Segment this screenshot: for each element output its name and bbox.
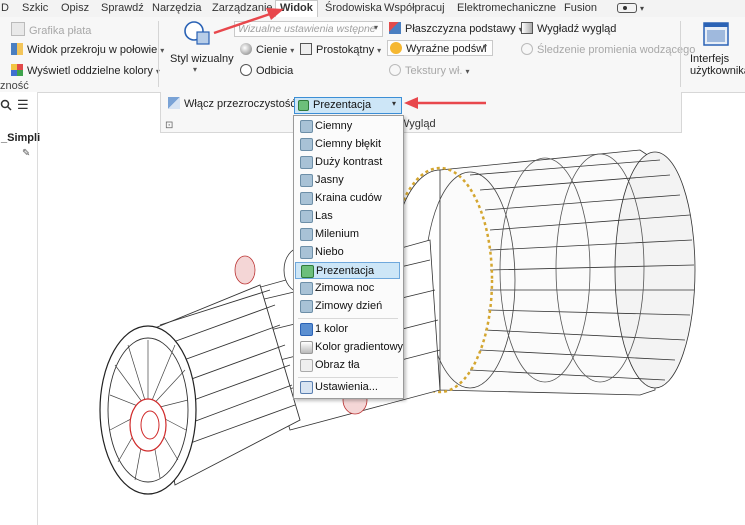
- prostokatny-button[interactable]: Prostokątny ▾: [300, 43, 381, 56]
- tekstury-button[interactable]: Tekstury wł. ▾: [389, 64, 469, 77]
- chevron-down-icon: ▾: [377, 46, 382, 55]
- tab-narzedzia[interactable]: Narzędzia: [152, 2, 202, 14]
- menu-item-zimowy-dzien[interactable]: Zimowy dzień: [295, 298, 400, 315]
- menu-item-niebo[interactable]: Niebo: [295, 244, 400, 261]
- odbicia-button[interactable]: Odbicia: [240, 64, 293, 77]
- window-icon: [703, 22, 729, 46]
- wygladz-wyglad-button[interactable]: Wygładź wygląd: [521, 22, 616, 35]
- tab-sprawdz[interactable]: Sprawdź: [101, 2, 144, 14]
- annotation-arrow-to-combo: [404, 97, 486, 109]
- menu-item-ustawienia[interactable]: Ustawienia...: [295, 379, 400, 396]
- menu-item-ciemny-blekit[interactable]: Ciemny błękit: [295, 136, 400, 153]
- preset-icon: [300, 156, 313, 169]
- menu-divider: [298, 318, 398, 319]
- surface-icon: [11, 22, 25, 36]
- preset-icon: [300, 246, 313, 259]
- preset-icon: [300, 300, 313, 313]
- chevron-down-icon: ▾: [640, 4, 645, 13]
- preset-icon: [300, 192, 313, 205]
- menu-item-kolor-gradientowy[interactable]: Kolor gradientowy: [295, 339, 403, 356]
- menu-item-ciemny[interactable]: Ciemny: [295, 118, 400, 135]
- sun-icon: [390, 42, 402, 54]
- settings-icon: [300, 381, 313, 394]
- preset-icon: [300, 210, 313, 223]
- cienie-button[interactable]: Cienie ▾: [240, 43, 294, 56]
- background-preset-select[interactable]: Prezentacja ▾: [294, 97, 402, 114]
- plaszczyzna-podstawy-button[interactable]: Płaszczyzna podstawy▾: [389, 22, 523, 35]
- widok-przekroju-button[interactable]: Widok przekroju w połowie ▾: [11, 43, 164, 56]
- transparency-icon: [168, 97, 180, 109]
- menu-item-prezentacja[interactable]: Prezentacja: [295, 262, 400, 279]
- chevron-down-icon: ▾: [392, 99, 397, 108]
- divider: [680, 21, 681, 87]
- browser-root-node[interactable]: _Simpli: [1, 132, 40, 144]
- menu-item-obraz-tla[interactable]: Obraz tła: [295, 357, 400, 374]
- lighting-select[interactable]: Wyraźne podświ ▾: [387, 40, 493, 56]
- divider: [158, 21, 159, 87]
- menu-item-jasny[interactable]: Jasny: [295, 172, 400, 189]
- more-tabs-button[interactable]: [617, 3, 637, 13]
- menu-item-las[interactable]: Las: [295, 208, 400, 225]
- ribbon-tab-bar: D Szkic Opisz Sprawdź Narzędzia Zarządza…: [0, 0, 745, 18]
- menu-item-duzy-kontrast[interactable]: Duży kontrast: [295, 154, 400, 171]
- menu-divider: [298, 377, 398, 378]
- annotation-arrow-to-widok: [213, 8, 284, 35]
- menu-icon[interactable]: ☰: [17, 97, 29, 113]
- menu-item-kraina-cudow[interactable]: Kraina cudów: [295, 190, 400, 207]
- wlacz-przezroczystosc-button[interactable]: Włącz przezroczystość▾: [168, 97, 303, 110]
- preset-icon: [301, 265, 314, 278]
- menu-item-1-kolor[interactable]: 1 kolor: [295, 321, 400, 338]
- tab-wspolpracuj[interactable]: Współpracuj: [384, 2, 445, 14]
- tab-elektromechaniczne[interactable]: Elektromechaniczne: [457, 2, 556, 14]
- chevron-down-icon: ▾: [290, 46, 295, 55]
- preset-icon: [300, 282, 313, 295]
- ground-plane-icon: [389, 22, 401, 34]
- preset-icon: [300, 138, 313, 151]
- search-icon[interactable]: [0, 99, 12, 111]
- sledzenie-promienia-button[interactable]: Śledzenie promienia wodzącego: [521, 43, 695, 56]
- smooth-icon: [521, 22, 533, 34]
- menu-item-zimowa-noc[interactable]: Zimowa noc: [295, 280, 400, 297]
- texture-icon: [389, 64, 401, 76]
- solid-color-icon: [300, 323, 313, 336]
- tab-szkic[interactable]: Szkic: [22, 2, 48, 14]
- section-view-icon: [11, 43, 23, 55]
- visual-style-icon: [184, 21, 210, 45]
- tab-d[interactable]: D: [1, 2, 9, 14]
- chevron-down-icon: ▾: [193, 65, 198, 74]
- menu-item-milenium[interactable]: Milenium: [295, 226, 400, 243]
- preset-icon: [300, 120, 313, 133]
- colors-icon: [11, 64, 23, 76]
- wyglad-panel-label: Wygląd: [399, 118, 436, 130]
- grafika-plata-button[interactable]: Grafika płata: [11, 22, 91, 37]
- background-preset-icon: [298, 100, 309, 111]
- camera-icon: [623, 6, 627, 10]
- preset-icon: [300, 174, 313, 187]
- tab-opisz[interactable]: Opisz: [61, 2, 89, 14]
- pencil-icon[interactable]: ✎: [22, 148, 30, 159]
- shadow-icon: [240, 43, 252, 55]
- tab-fusion[interactable]: Fusion: [564, 2, 597, 14]
- gradient-icon: [300, 341, 313, 354]
- raytrace-icon: [521, 43, 533, 55]
- interfejs-uzytkownika-button[interactable]: Interfejs użytkownika: [690, 19, 745, 79]
- chevron-down-icon: ▾: [374, 23, 379, 32]
- background-preset-menu: Ciemny Ciemny błękit Duży kontrast Jasny…: [293, 115, 404, 399]
- orthographic-icon: [300, 43, 312, 55]
- reflection-icon: [240, 64, 252, 76]
- chevron-down-icon: ▾: [465, 67, 470, 76]
- ribbon-panel: Grafika płata Widok przekroju w połowie ▾…: [0, 17, 745, 93]
- chevron-down-icon: ▾: [160, 46, 165, 55]
- wyswietl-kolory-button[interactable]: Wyświetl oddzielne kolory▾: [11, 64, 160, 77]
- image-icon: [300, 359, 313, 372]
- visibility-group-label: zność: [0, 80, 29, 92]
- tab-srodowiska[interactable]: Środowiska: [325, 2, 382, 14]
- chevron-down-icon: ▾: [483, 42, 488, 51]
- engine-model-viewport[interactable]: [95, 130, 745, 525]
- preset-icon: [300, 228, 313, 241]
- model-browser-panel: ☰ _Simpli ✎: [0, 92, 40, 525]
